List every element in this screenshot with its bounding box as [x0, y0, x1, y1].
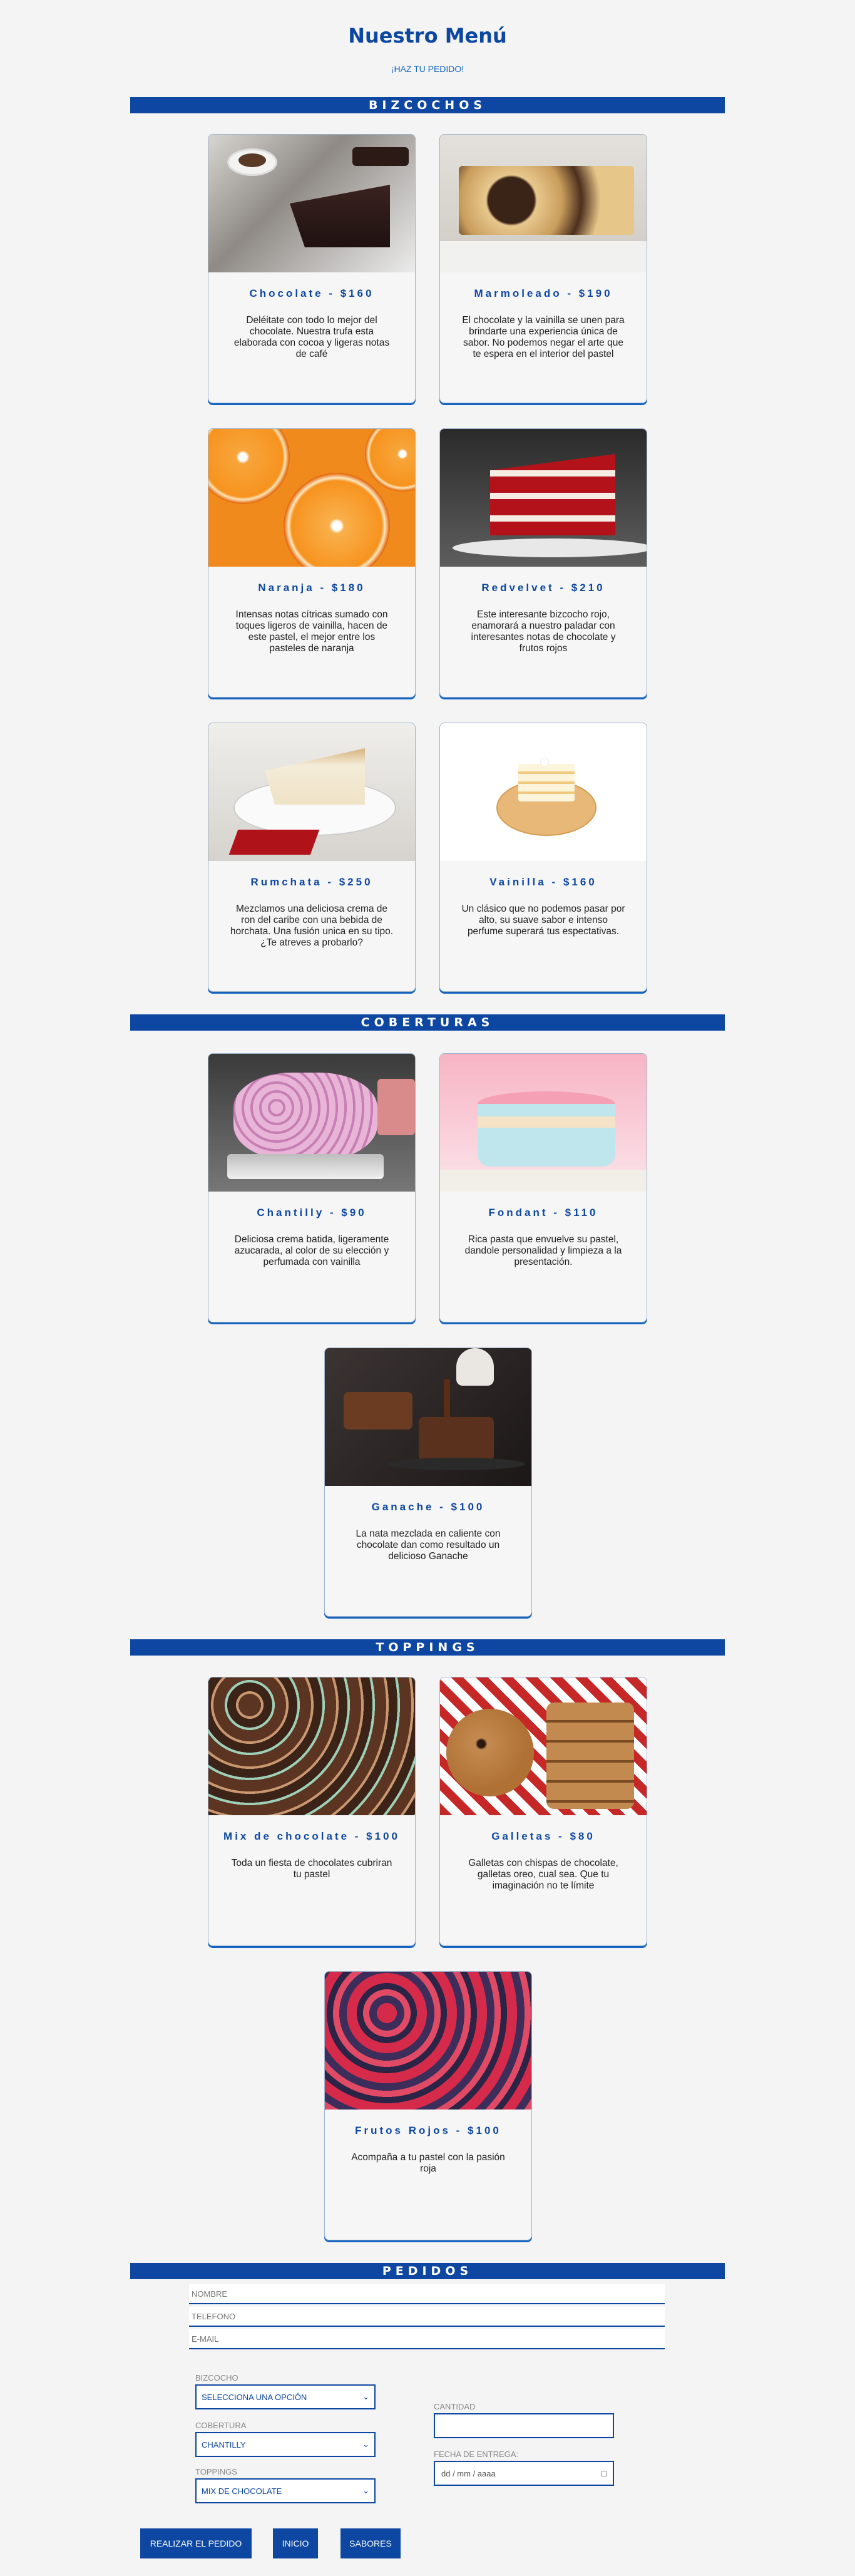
berries-image [325, 1972, 531, 2110]
cobertura-select-value: CHANTILLY [202, 2439, 246, 2450]
toppings-select-value: MIX DE CHOCOLATE [202, 2486, 282, 2496]
order-link[interactable]: ¡HAZ TU PEDIDO! [0, 64, 855, 74]
cookies-image [440, 1677, 647, 1815]
bizcocho-select-value: SELECCIONA UNA OPCIÓN [202, 2392, 307, 2402]
card-description: Rica pasta que envuelve su pastel, dando… [464, 1234, 622, 1267]
chevron-down-icon: ⌄ [362, 2392, 369, 2401]
fondant-cake-image [440, 1054, 647, 1192]
calendar-icon[interactable]: □ [602, 2468, 607, 2478]
card-description: Deliciosa crema batida, ligeramente azuc… [234, 1234, 389, 1267]
chocolate-cake-image [208, 135, 415, 272]
card-title: Redvelvet - $210 [481, 582, 605, 594]
card-description: Un clásico que no podemos pasar por alto… [461, 904, 625, 937]
card-rumchata: Rumchata - $250 Mezclamos una deliciosa … [208, 723, 416, 992]
quantity-input[interactable] [434, 2413, 614, 2438]
cobertura-select[interactable]: CHANTILLY ⌄ [195, 2432, 376, 2457]
toppings-label: TOPPINGS [195, 2467, 237, 2476]
card-title: Galletas - $80 [491, 1830, 595, 1842]
section-pedidos: PEDIDOS [130, 2263, 725, 2279]
card-title: Frutos Rojos - $100 [355, 2125, 501, 2136]
section-bizcochos: BIZCOCHOS [130, 97, 725, 113]
page-title: Nuestro Menú [348, 24, 507, 48]
card-description: Toda un fiesta de chocolates cubriran tu… [231, 1858, 392, 1880]
card-title: Ganache - $100 [371, 1501, 485, 1513]
cheesecake-image [208, 723, 415, 861]
rose-cake-image [208, 1054, 415, 1192]
card-title: Naranja - $180 [258, 582, 366, 594]
card-naranja: Naranja - $180 Intensas notas cítricas s… [208, 428, 416, 698]
card-title: Fondant - $110 [488, 1207, 598, 1218]
order-button[interactable]: REALIZAR EL PEDIDO [140, 2528, 252, 2558]
card-redvelvet: Redvelvet - $210 Este interesante bizcoc… [439, 428, 647, 698]
vanilla-cake-image [440, 723, 647, 861]
card-title: Chantilly - $90 [257, 1207, 367, 1218]
marble-cake-image [440, 135, 647, 272]
card-chocolate: Chocolate - $160 Deléitate con todo lo m… [208, 134, 416, 403]
fecha-label: FECHA DE ENTREGA: [434, 2450, 519, 2459]
card-title: Marmoleado - $190 [474, 287, 613, 299]
red-velvet-cake-image [440, 429, 647, 567]
cobertura-label: COBERTURA [195, 2421, 247, 2430]
menu-page: Nuestro Menú ¡HAZ TU PEDIDO! BIZCOCHOS C… [0, 0, 855, 2576]
phone-field[interactable] [189, 2307, 665, 2327]
section-coberturas: COBERTURAS [130, 1014, 725, 1031]
name-field[interactable] [189, 2284, 665, 2304]
card-description: Acompaña a tu pastel con la pasión roja [351, 2152, 505, 2174]
card-ganache: Ganache - $100 La nata mezclada en calie… [324, 1347, 532, 1617]
ganache-cake-image [325, 1348, 531, 1486]
card-chantilly: Chantilly - $90 Deliciosa crema batida, … [208, 1053, 416, 1322]
card-mix-chocolate: Mix de chocolate - $100 Toda un fiesta d… [208, 1677, 416, 1946]
card-description: El chocolate y la vainilla se unen para … [462, 315, 625, 359]
card-title: Mix de chocolate - $100 [223, 1830, 400, 1842]
card-description: Deléitate con todo lo mejor del chocolat… [233, 315, 390, 359]
card-description: Galletas con chispas de chocolate, galle… [468, 1858, 618, 1891]
card-description: Mezclamos una deliciosa crema de ron del… [230, 904, 394, 948]
home-button[interactable]: INICIO [273, 2528, 318, 2558]
bizcocho-select[interactable]: SELECCIONA UNA OPCIÓN ⌄ [195, 2384, 376, 2409]
chocolates-image [208, 1677, 415, 1815]
card-galletas: Galletas - $80 Galletas con chispas de c… [439, 1677, 647, 1946]
card-description: La nata mezclada en caliente con chocola… [356, 1528, 501, 1562]
card-title: Rumchata - $250 [250, 876, 373, 888]
toppings-select[interactable]: MIX DE CHOCOLATE ⌄ [195, 2478, 376, 2503]
card-fondant: Fondant - $110 Rica pasta que envuelve s… [439, 1053, 647, 1322]
card-frutos-rojos: Frutos Rojos - $100 Acompaña a tu pastel… [324, 1971, 532, 2240]
section-toppings: TOPPINGS [130, 1639, 725, 1656]
delivery-date-input[interactable]: dd / mm / aaaa □ [434, 2461, 614, 2486]
chevron-down-icon: ⌄ [362, 2486, 369, 2495]
card-vainilla: Vainilla - $160 Un clásico que no podemo… [439, 723, 647, 992]
card-description: Este interesante bizcocho rojo, enamorar… [471, 609, 616, 654]
card-marmoleado: Marmoleado - $190 El chocolate y la vain… [439, 134, 647, 403]
chevron-down-icon: ⌄ [362, 2439, 369, 2449]
card-title: Vainilla - $160 [489, 876, 597, 888]
orange-slices-image [208, 429, 415, 567]
cantidad-label: CANTIDAD [434, 2402, 476, 2411]
bizcocho-label: BIZCOCHO [195, 2373, 238, 2383]
flavors-button[interactable]: SABORES [340, 2528, 401, 2558]
email-field[interactable] [189, 2329, 665, 2349]
card-title: Chocolate - $160 [249, 287, 374, 299]
card-description: Intensas notas cítricas sumado con toque… [235, 609, 388, 654]
date-placeholder: dd / mm / aaaa [441, 2468, 496, 2478]
